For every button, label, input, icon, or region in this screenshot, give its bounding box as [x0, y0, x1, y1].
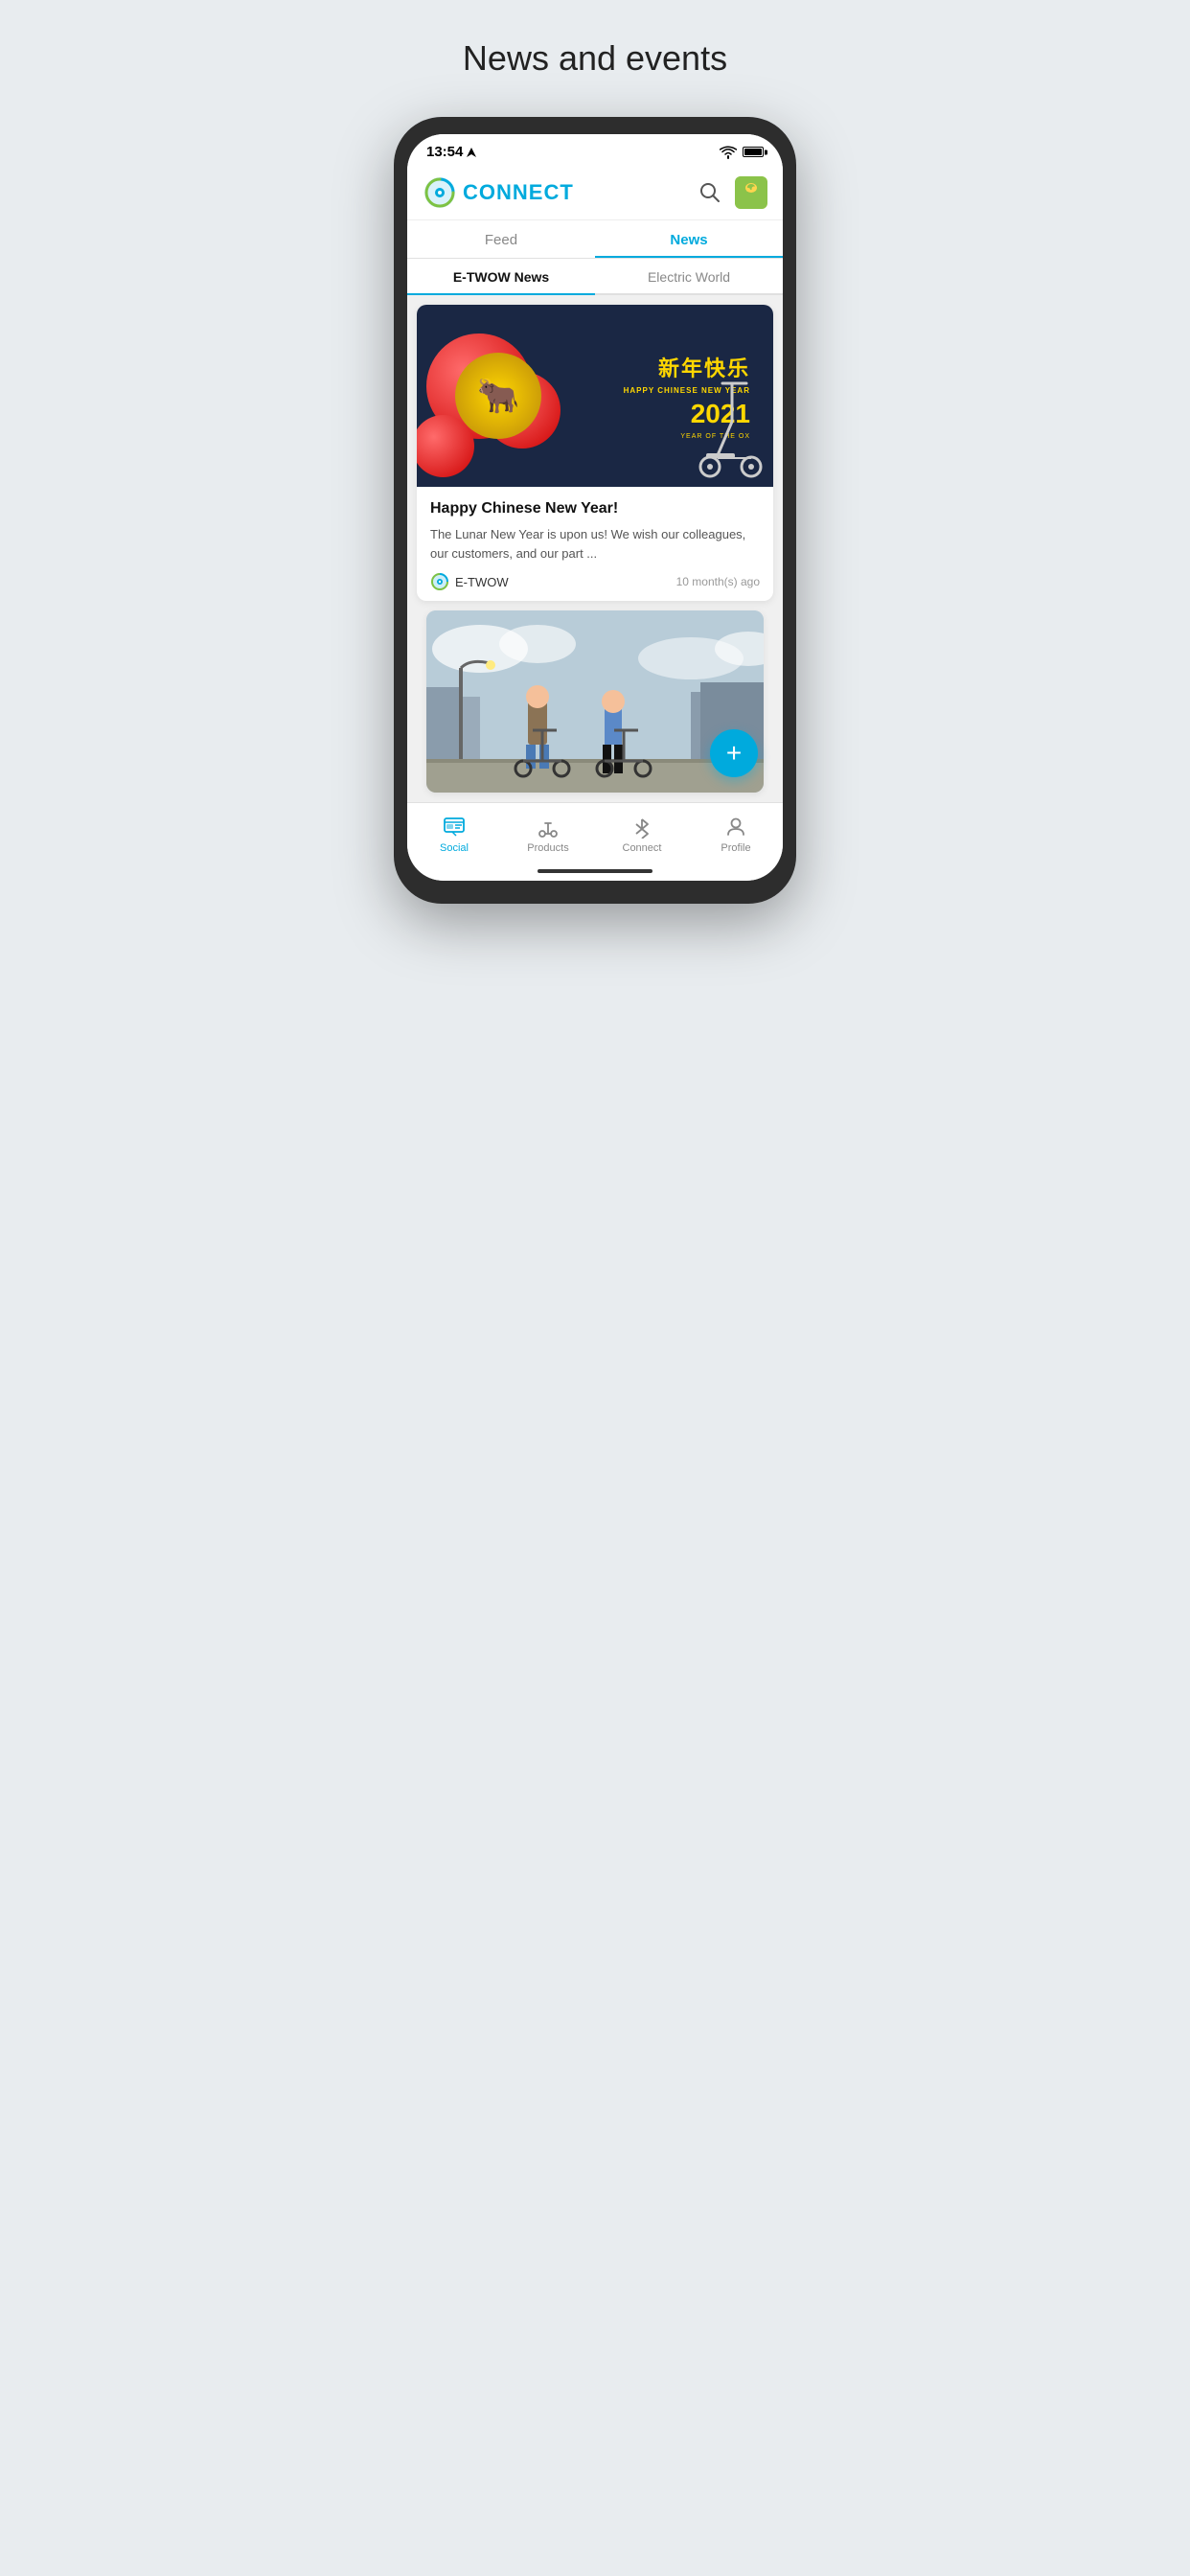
app-logo: CONNECT: [423, 175, 574, 210]
home-indicator: [407, 862, 783, 881]
app-header: CONNECT: [407, 166, 783, 220]
profile-icon: [724, 816, 747, 839]
nav-item-products[interactable]: Products: [501, 811, 595, 858]
cny-news-image: 🐂 新年快乐 HAPPY CHINESE NEW YEAR 2021 YEAR …: [417, 305, 773, 487]
nav-label-connect: Connect: [623, 842, 662, 854]
tab-news[interactable]: News: [595, 220, 783, 258]
phone-screen: 13:54: [407, 134, 783, 881]
connect-nav-icon: [629, 815, 654, 840]
news-excerpt-1: The Lunar New Year is upon us! We wish o…: [430, 525, 760, 563]
sub-tab-etwow-news[interactable]: E-TWOW News: [407, 259, 595, 293]
status-bar: 13:54: [407, 134, 783, 166]
gold-ox-icon: 🐂: [455, 353, 541, 439]
status-right: [720, 146, 764, 159]
scooter-icon: [698, 374, 766, 479]
wifi-icon: [720, 146, 737, 159]
news-source-1: E-TWOW: [430, 572, 509, 591]
nav-item-social[interactable]: Social: [407, 811, 501, 858]
social-nav-icon: [442, 815, 467, 840]
page-wrapper: News and events 13:54: [365, 0, 825, 961]
search-icon: [699, 182, 721, 203]
nav-item-profile[interactable]: Profile: [689, 811, 783, 858]
second-card-wrapper: +: [417, 610, 773, 793]
bluetooth-icon: [630, 816, 653, 839]
status-time: 13:54: [426, 144, 476, 160]
products-nav-icon: [536, 815, 561, 840]
nav-label-products: Products: [527, 842, 568, 854]
user-avatar[interactable]: [735, 176, 767, 209]
sub-tab-electric-world[interactable]: Electric World: [595, 259, 783, 293]
sub-tabs: E-TWOW News Electric World: [407, 259, 783, 295]
search-button[interactable]: [697, 179, 723, 206]
page-title: News and events: [463, 38, 727, 79]
news-card-1: 🐂 新年快乐 HAPPY CHINESE NEW YEAR 2021 YEAR …: [417, 305, 773, 601]
bottom-nav: Social Products: [407, 802, 783, 862]
social-icon: [443, 816, 466, 839]
logo-text: CONNECT: [463, 180, 574, 205]
news-card-1-body: Happy Chinese New Year! The Lunar New Ye…: [417, 487, 773, 601]
nav-item-connect[interactable]: Connect: [595, 811, 689, 858]
source-name-1: E-TWOW: [455, 575, 509, 589]
products-icon: [537, 816, 560, 839]
content-area: 🐂 新年快乐 HAPPY CHINESE NEW YEAR 2021 YEAR …: [407, 295, 783, 802]
nav-label-social: Social: [440, 842, 469, 854]
source-logo-icon: [430, 572, 449, 591]
phone-frame: 13:54: [394, 117, 796, 904]
header-right: [697, 176, 767, 209]
avatar-image: [735, 176, 767, 209]
news-time-1: 10 month(s) ago: [676, 575, 760, 588]
fab-add-button[interactable]: +: [710, 729, 758, 777]
location-arrow-icon: [467, 148, 476, 157]
profile-nav-icon: [723, 815, 748, 840]
home-bar: [538, 869, 652, 873]
news-headline-1: Happy Chinese New Year!: [430, 500, 760, 518]
time-display: 13:54: [426, 144, 463, 160]
nav-label-profile: Profile: [721, 842, 750, 854]
fab-plus-icon: +: [726, 740, 742, 767]
tab-feed[interactable]: Feed: [407, 220, 595, 258]
news-meta-1: E-TWOW 10 month(s) ago: [430, 572, 760, 591]
main-tabs: Feed News: [407, 220, 783, 259]
app-logo-icon: [423, 175, 457, 210]
battery-icon: [743, 147, 764, 157]
